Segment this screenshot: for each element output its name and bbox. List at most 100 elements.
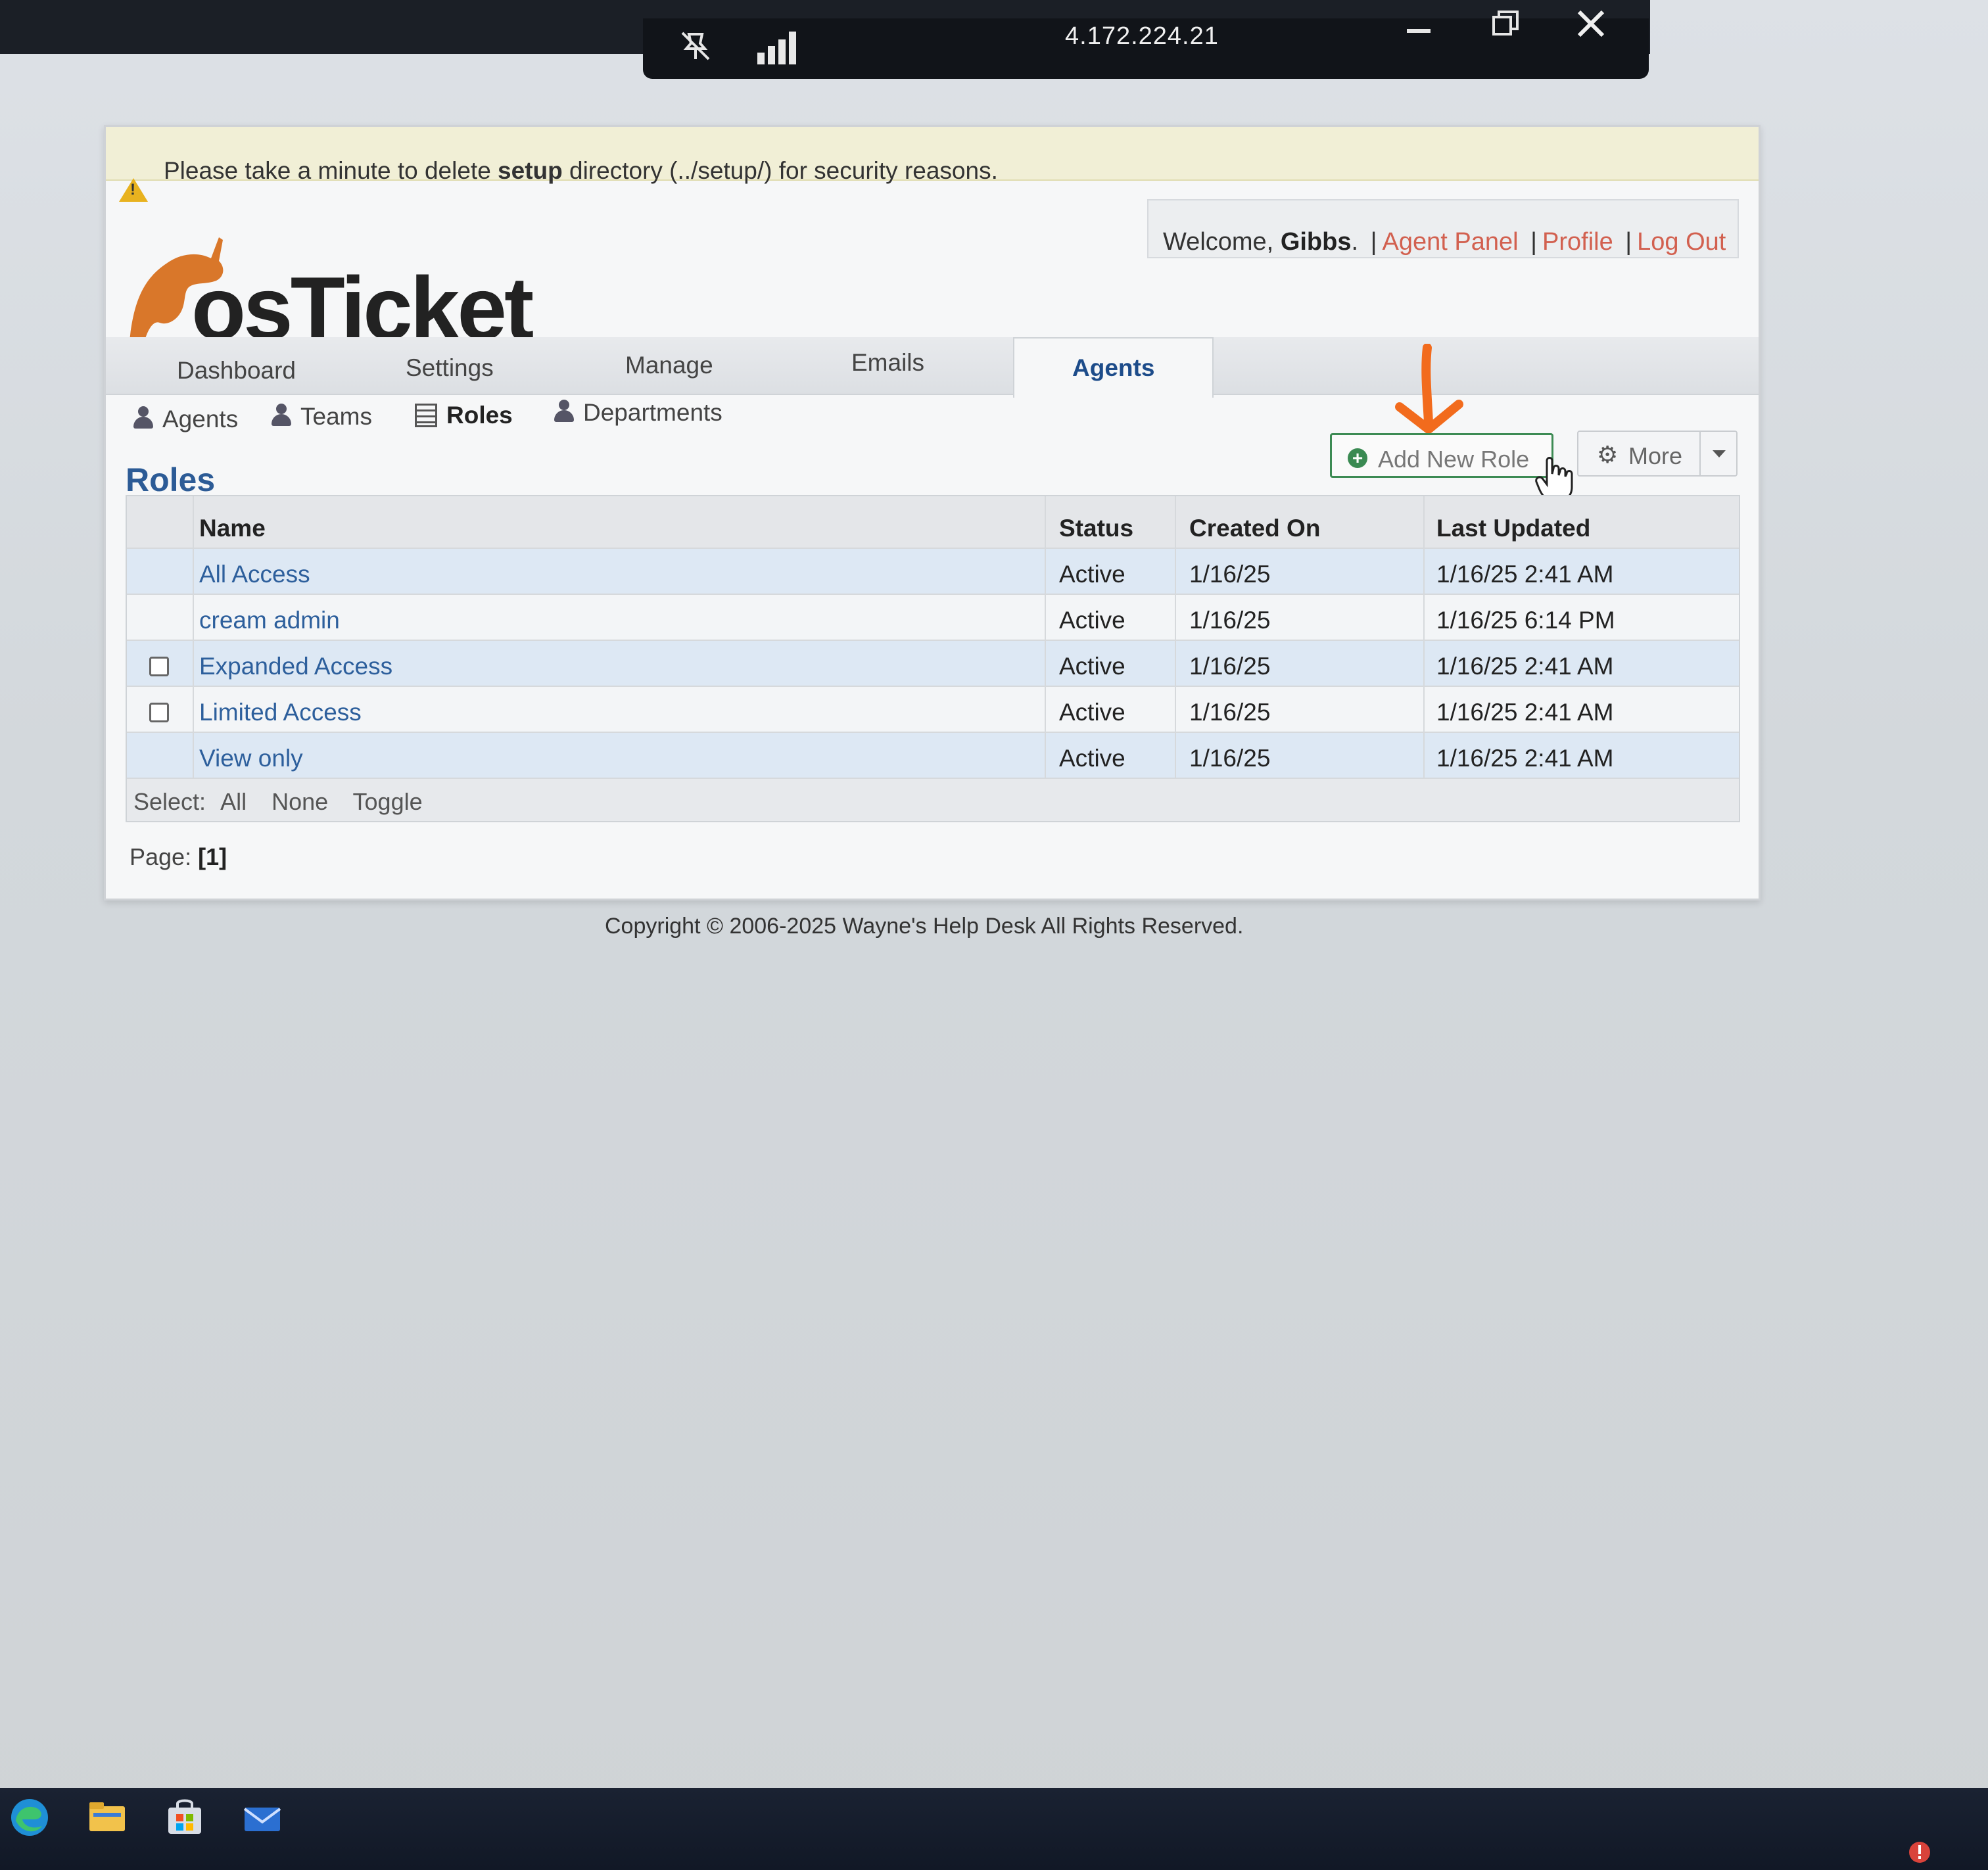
header-name[interactable]: Name [195,496,1046,548]
separator: | [1370,228,1377,256]
role-name-link[interactable]: All Access [195,549,1046,594]
annotation-arrow-icon [1395,344,1463,434]
agent-icon [132,406,154,430]
roles-list-icon [415,404,437,427]
role-status: Active [1047,733,1176,778]
role-created-on: 1/16/25 [1177,641,1425,686]
signal-bars-icon [757,32,799,64]
role-last-updated: 1/16/25 2:41 AM [1436,699,1614,726]
welcome-label: Welcome, [1163,228,1274,256]
edge-browser-icon[interactable] [7,1794,53,1840]
tab-settings[interactable]: Settings [406,356,494,380]
add-new-role-button[interactable]: + Add New Role [1330,433,1553,478]
role-status: Active [1047,549,1176,594]
gear-icon: ⚙ [1597,441,1619,468]
department-icon [553,400,575,423]
page-title: Roles [126,461,216,498]
subnav-agents-label: Agents [162,406,239,432]
store-icon[interactable] [162,1794,208,1840]
row-checkbox-cell [127,687,194,732]
role-name-link[interactable]: View only [195,733,1046,778]
notification-badge-icon[interactable] [1906,1839,1933,1865]
add-new-role-label: Add New Role [1378,446,1530,473]
notice-text-suffix: directory (../setup/) for security reaso… [562,157,998,184]
row-checkbox-cell [127,641,194,686]
table-row: All Access Active 1/16/25 1/16/25 2:41 A… [127,549,1739,595]
table-row: Expanded Access Active 1/16/25 1/16/25 2… [127,641,1739,687]
role-last-updated: 1/16/25 2:41 AM [1436,561,1614,588]
notice-text-prefix: Please take a minute to delete [164,157,498,184]
role-last-updated: 1/16/25 2:41 AM [1436,745,1614,772]
taskbar [0,1788,1988,1870]
user-name: Gibbs [1280,228,1352,256]
subnav-departments-label: Departments [583,399,722,426]
roles-table: Name Status Created On Last Updated All … [126,495,1740,822]
header-checkbox-cell [127,496,194,548]
chevron-down-icon[interactable] [1699,432,1736,475]
setup-warning-banner: Please take a minute to delete setup dir… [106,127,1759,202]
row-checkbox-cell [127,595,194,640]
current-page: [1] [198,843,227,870]
tab-manage[interactable]: Manage [625,353,713,377]
unpin-icon[interactable] [678,29,713,68]
logout-link[interactable]: Log Out [1637,228,1726,256]
select-none-link[interactable]: None [272,788,328,815]
select-toggle-link[interactable]: Toggle [353,788,423,815]
osticket-logo[interactable]: osTicket [120,224,534,358]
row-checkbox-cell [127,549,194,594]
agent-panel-link[interactable]: Agent Panel [1383,228,1519,256]
footer-copyright: Copyright © 2006-2025 Wayne's Help Desk … [605,914,1244,939]
team-icon [270,404,293,427]
remote-session-tab: 4.172.224.21 [643,10,1649,79]
row-checkbox[interactable] [149,703,169,722]
subnav-teams[interactable]: Teams [270,403,372,431]
select-all-link[interactable]: All [220,788,247,815]
role-created-on: 1/16/25 [1177,595,1425,640]
header-last-updated[interactable]: Last Updated [1426,496,1739,548]
role-name-link[interactable]: Limited Access [195,687,1046,732]
row-checkbox-cell [127,733,194,778]
table-row: cream admin Active 1/16/25 1/16/25 6:14 … [127,595,1739,641]
user-name-suffix: . [1351,228,1359,256]
more-dropdown-button[interactable]: ⚙ More [1577,431,1738,477]
profile-link[interactable]: Profile [1542,228,1613,256]
more-label: More [1628,442,1683,469]
role-last-updated: 1/16/25 6:14 PM [1436,607,1615,634]
restore-icon[interactable] [1491,9,1520,43]
role-status: Active [1047,595,1176,640]
subnav-departments[interactable]: Departments [553,399,722,427]
role-created-on: 1/16/25 [1177,733,1425,778]
file-explorer-icon[interactable] [84,1794,130,1840]
remote-ip: 4.172.224.21 [1065,22,1219,50]
separator: | [1530,228,1537,256]
tab-agents[interactable]: Agents [1013,337,1214,398]
pagination: Page: [1] [130,843,227,871]
select-label: Select: [133,788,206,815]
role-created-on: 1/16/25 [1177,687,1425,732]
tab-dashboard[interactable]: Dashboard [177,358,296,383]
page-label: Page: [130,843,192,870]
user-info-box: Welcome, Gibbs. | Agent Panel | Profile | L… [1147,199,1739,258]
notice-text-bold: setup [498,157,563,184]
subnav-agents[interactable]: Agents [132,406,238,433]
header-status[interactable]: Status [1047,496,1176,548]
role-last-updated: 1/16/25 2:41 AM [1436,653,1614,680]
warning-icon [119,178,148,202]
plus-icon: + [1348,448,1367,468]
tab-emails[interactable]: Emails [851,350,924,375]
table-row: Limited Access Active 1/16/25 1/16/25 2:… [127,687,1739,733]
header-created-on[interactable]: Created On [1177,496,1425,548]
row-checkbox[interactable] [149,657,169,676]
role-name-link[interactable]: Expanded Access [195,641,1046,686]
subnav-roles-label: Roles [446,402,513,429]
subnav-roles[interactable]: Roles [415,402,513,429]
page-container: Please take a minute to delete setup dir… [104,125,1761,900]
mail-icon[interactable] [239,1794,285,1840]
role-status: Active [1047,687,1176,732]
main-nav-tabs: Dashboard Settings Manage Emails Agents [106,337,1759,398]
table-header-row: Name Status Created On Last Updated [127,496,1739,549]
minimize-icon[interactable] [1406,16,1432,49]
role-name-link[interactable]: cream admin [195,595,1046,640]
close-icon[interactable] [1576,9,1605,43]
table-row: View only Active 1/16/25 1/16/25 2:41 AM [127,733,1739,779]
